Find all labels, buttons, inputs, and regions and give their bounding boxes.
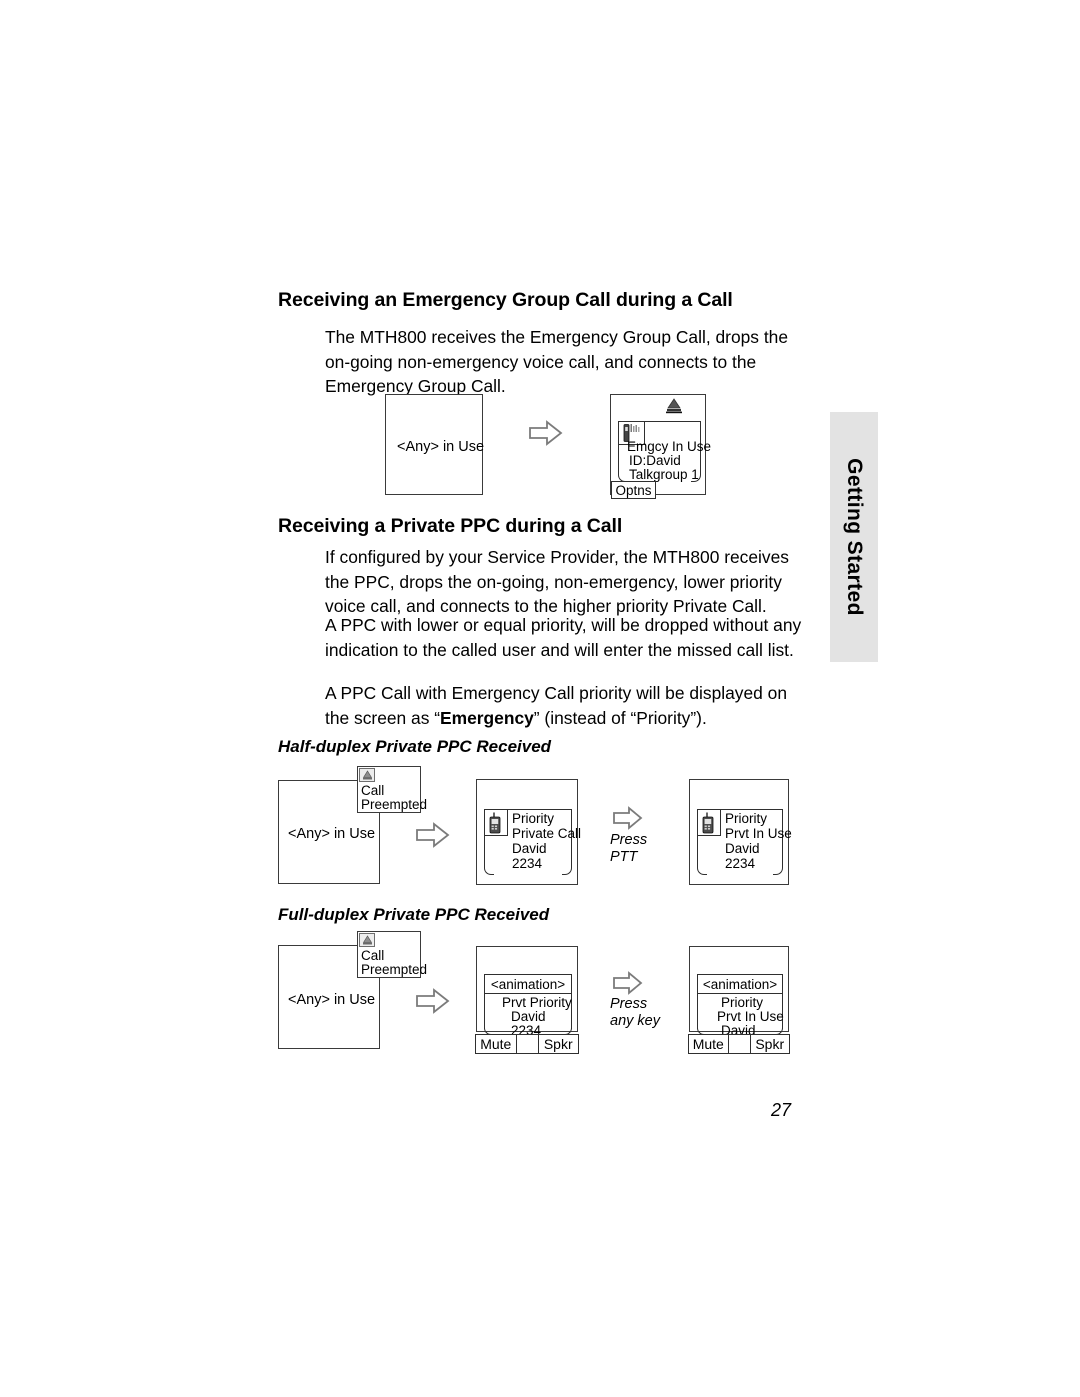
paragraph-ppc-3: A PPC Call with Emergency Call priority … [325, 681, 808, 730]
alert-icon-half [359, 768, 375, 782]
screen-line-half2-1: Priority [512, 811, 555, 826]
paragraph-ppc-2: A PPC with lower or equal priority, will… [325, 615, 802, 660]
screen-line-id-david: ID:David [629, 453, 681, 468]
arrow-right-icon-half-1 [416, 822, 450, 848]
transition-label-press-half: Press [610, 832, 648, 848]
paragraph-ppc-3-after: ” (instead of “Priority”). [533, 707, 707, 728]
softkey-mute-full-3[interactable]: Mute [689, 1035, 729, 1053]
screen-line-half2-2: Private Call [512, 826, 582, 841]
panel-notch-left [618, 468, 628, 482]
screen-label-any-in-use-half: <Any> in Use [288, 826, 376, 842]
screen-label-any-in-use-1: <Any> in Use [397, 439, 485, 455]
side-tab-label: Getting Started [843, 458, 866, 616]
screen-line-full2-1: Prvt Priority [502, 995, 572, 1010]
screen-line-half3-4: 2234 [725, 856, 756, 871]
radio-icon-half-3 [697, 809, 721, 836]
softkey-bar-full-2: Mute Spkr [475, 1034, 579, 1054]
heading-receiving-emergency-group-call: Receiving an Emergency Group Call during… [278, 289, 733, 311]
paragraph-ppc-3-bold: Emergency [440, 707, 534, 728]
softkey-spkr-full-2[interactable]: Spkr [539, 1035, 579, 1053]
side-tab-getting-started: Getting Started [830, 412, 878, 662]
arrow-right-icon-full-1 [416, 988, 450, 1014]
arrow-right-icon-full-2 [613, 971, 643, 995]
panel-notch-left-half-2 [484, 861, 494, 875]
arrow-right-icon-half-2 [613, 806, 643, 830]
softkey-middle-full-3[interactable] [729, 1035, 751, 1053]
subheading-full-duplex: Full-duplex Private PPC Received [278, 905, 550, 924]
popup-line-call-half: Call [361, 783, 385, 798]
softkey-optns[interactable]: Optns [611, 481, 656, 499]
screen-line-half3-2: Prvt In Use [725, 826, 792, 841]
heading-receiving-private-ppc: Receiving a Private PPC during a Call [278, 515, 623, 537]
transition-label-press-full: Press [610, 996, 648, 1012]
transition-label-ptt: PTT [610, 849, 638, 865]
screen-line-full2-2: David [511, 1009, 546, 1024]
arrow-right-icon [529, 420, 563, 446]
softkey-mute-full-2[interactable]: Mute [476, 1035, 517, 1053]
subheading-half-duplex: Half-duplex Private PPC Received [278, 737, 552, 756]
radio-icon-half-2 [484, 809, 508, 836]
emergency-alert-icon [664, 398, 684, 414]
transition-label-any-key: any key [610, 1013, 660, 1029]
screen-line-full3-2: Prvt In Use [717, 1009, 784, 1024]
screen-line-emgcy-in-use: Emgcy In Use [627, 439, 712, 454]
alert-icon-full [359, 933, 375, 947]
document-page: Getting Started Receiving an Emergency G… [0, 0, 1080, 1397]
screen-line-talkgroup: Talkgroup 1 [629, 467, 699, 482]
paragraph-emergency-group-call: The MTH800 receives the Emergency Group … [325, 327, 788, 397]
animation-strip-full-3: <animation> [697, 974, 783, 994]
softkey-spkr-full-3[interactable]: Spkr [751, 1035, 790, 1053]
screen-line-half3-3: David [725, 841, 760, 856]
panel-notch-left-half-3 [697, 861, 707, 875]
page-number: 27 [771, 1100, 792, 1120]
popup-line-preempted-half: Preempted [361, 797, 428, 812]
softkey-middle-full-2[interactable] [517, 1035, 539, 1053]
screen-line-full3-1: Priority [721, 995, 764, 1010]
screen-line-half2-3: David [512, 841, 547, 856]
popup-line-preempted-full: Preempted [361, 962, 428, 977]
screen-line-half3-1: Priority [725, 811, 768, 826]
screen-label-any-in-use-full: <Any> in Use [288, 992, 376, 1008]
softkey-bar-full-3: Mute Spkr [688, 1034, 790, 1054]
animation-strip-full-2: <animation> [484, 974, 572, 994]
screen-line-half2-4: 2234 [512, 856, 543, 871]
popup-line-call-full: Call [361, 948, 385, 963]
paragraph-ppc-1: If configured by your Service Provider, … [325, 547, 789, 617]
